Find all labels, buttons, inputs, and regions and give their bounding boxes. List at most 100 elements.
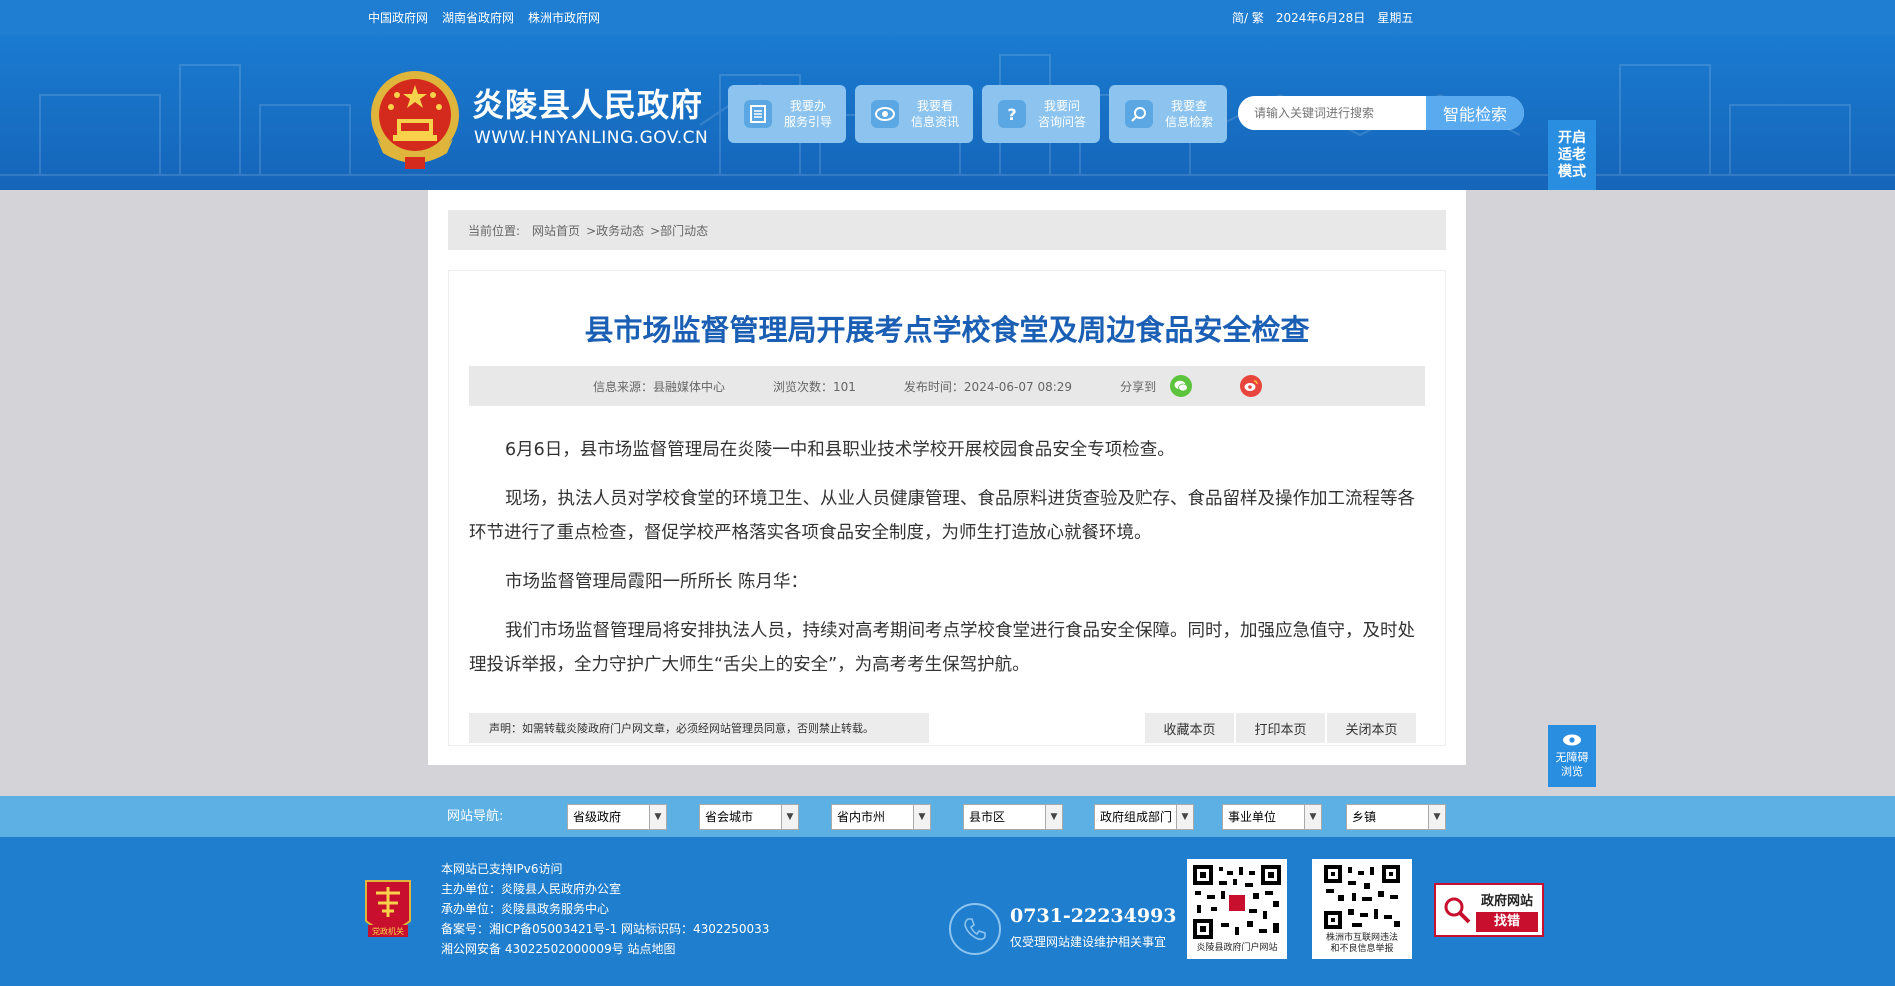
breadcrumb-dept-news[interactable]: >部门动态 bbox=[650, 222, 708, 239]
select-value: 省会城市 bbox=[705, 810, 754, 824]
select-value: 事业单位 bbox=[1228, 810, 1277, 824]
icp-record[interactable]: 备案号：湘ICP备05003421号-1 网站标识码：4302250033 bbox=[441, 919, 769, 939]
police-record[interactable]: 湘公网安备 43022502000009号 站点地图 bbox=[441, 939, 769, 959]
main-content: 当前位置: 网站首页 >政务动态 >部门动态 县市场监督管理局开展考点学校食堂及… bbox=[428, 190, 1466, 765]
elder-mode-label: 开启 bbox=[1558, 130, 1586, 146]
wechat-icon[interactable] bbox=[1170, 375, 1193, 397]
article-published: 发布时间：2024-06-07 08:29 bbox=[903, 379, 1073, 394]
close-page-button[interactable]: 关闭本页 bbox=[1327, 713, 1416, 743]
share-label: 分享到 bbox=[1120, 379, 1157, 394]
search-box: 智能检索 bbox=[1238, 96, 1524, 130]
top-links: 中国政府网 湖南省政府网 株洲市政府网 bbox=[368, 0, 600, 35]
chevron-down-icon: ▼ bbox=[1045, 805, 1062, 829]
accessibility-button[interactable]: 无障碍 浏览 bbox=[1548, 725, 1596, 787]
quick-button-ask[interactable]: ? 我要问咨询问答 bbox=[982, 85, 1100, 143]
top-right: 简/ 繁 2024年6月28日 星期五 bbox=[1232, 0, 1413, 35]
select-value: 政府组成部门 bbox=[1100, 810, 1173, 824]
find-error-label: 找错 bbox=[1476, 912, 1538, 932]
quick-button-sublabel: 咨询问答 bbox=[1038, 115, 1087, 129]
elder-mode-label: 模式 bbox=[1558, 164, 1586, 180]
quick-button-label: 我要看 bbox=[917, 99, 954, 113]
chevron-down-icon: ▼ bbox=[649, 805, 666, 829]
select-public-institutions[interactable]: 事业单位 ▼ bbox=[1222, 804, 1322, 830]
article-paragraph: 6月6日，县市场监督管理局在炎陵一中和县职业技术学校开展校园食品安全专项检查。 bbox=[505, 440, 1175, 460]
weibo-icon[interactable] bbox=[1240, 375, 1263, 397]
select-townships[interactable]: 乡镇 ▼ bbox=[1346, 804, 1446, 830]
phone-note: 仅受理网站建设维护相关事宜 bbox=[1010, 935, 1167, 949]
qr-code-portal: 炎陵县政府门户网站 bbox=[1187, 859, 1287, 959]
link-gov-cn[interactable]: 中国政府网 bbox=[368, 9, 428, 26]
document-icon bbox=[744, 100, 772, 128]
select-value: 省级政府 bbox=[573, 810, 622, 824]
site-nav-label: 网站导航: bbox=[447, 809, 504, 824]
quick-button-search[interactable]: 我要查 信息检索 bbox=[1109, 85, 1227, 143]
select-gov-departments[interactable]: 政府组成部门 ▼ bbox=[1094, 804, 1194, 830]
accessibility-label: 无障碍 bbox=[1555, 751, 1589, 764]
ipv6-notice: 本网站已支持IPv6访问 bbox=[441, 862, 563, 876]
qr-code-icon bbox=[1324, 865, 1400, 929]
article-paragraph: 市场监督管理局霞阳一所所长 陈月华： bbox=[505, 572, 809, 592]
quick-button-services[interactable]: 我要办 服务引导 bbox=[728, 85, 846, 143]
top-bar: 中国政府网 湖南省政府网 株洲市政府网 简/ 繁 2024年6月28日 星期五 bbox=[0, 0, 1895, 35]
party-gov-organ-logo-icon[interactable]: 党政机关 bbox=[362, 877, 414, 941]
eye-icon bbox=[1563, 734, 1581, 746]
organizer-unit: 承办单位：炎陵县政务服务中心 bbox=[441, 902, 610, 916]
quick-button-sublabel: 信息资讯 bbox=[911, 115, 960, 129]
party-logo-text: 党政机关 bbox=[372, 926, 404, 936]
article-paragraph: 我们市场监督管理局将安排执法人员，持续对高考期间考点学校食堂进行食品安全保障。同… bbox=[469, 621, 1415, 675]
article: 县市场监督管理局开展考点学校食堂及周边食品安全检查 信息来源：县融媒体中心 浏览… bbox=[448, 270, 1446, 746]
article-views: 浏览次数：101 bbox=[773, 379, 856, 394]
select-provincial-gov[interactable]: 省级政府 ▼ bbox=[567, 804, 667, 830]
site-header: 炎陵县人民政府 WWW.HNYANLING.GOV.CN 我要办 服务引导 我要看… bbox=[0, 35, 1895, 190]
reprint-notice: 声明：如需转载炎陵政府门户网文章，必须经网站管理员同意，否则禁止转载。 bbox=[469, 713, 929, 743]
quick-button-sublabel: 信息检索 bbox=[1165, 115, 1214, 129]
article-meta: 信息来源：县融媒体中心 浏览次数：101 发布时间：2024-06-07 08:… bbox=[469, 366, 1425, 406]
chevron-down-icon: ▼ bbox=[1428, 805, 1445, 829]
chevron-down-icon: ▼ bbox=[1304, 805, 1321, 829]
link-hunan-gov[interactable]: 湖南省政府网 bbox=[442, 9, 514, 26]
find-error-label: 政府网站 bbox=[1480, 894, 1533, 909]
quick-button-label: 我要查 bbox=[1171, 99, 1208, 113]
chevron-down-icon: ▼ bbox=[913, 805, 930, 829]
search-input[interactable] bbox=[1238, 96, 1426, 130]
search-icon bbox=[1125, 100, 1153, 128]
breadcrumb: 当前位置: 网站首页 >政务动态 >部门动态 bbox=[448, 210, 1446, 250]
lang-switch[interactable]: 简/ 繁 bbox=[1232, 9, 1264, 26]
article-body: 6月6日，县市场监督管理局在炎陵一中和县职业技术学校开展校园食品安全专项检查。 … bbox=[469, 433, 1425, 697]
select-counties[interactable]: 县市区 ▼ bbox=[963, 804, 1063, 830]
eye-icon bbox=[871, 100, 899, 128]
elder-mode-button[interactable]: 开启 适老 模式 bbox=[1548, 120, 1596, 190]
print-page-button[interactable]: 打印本页 bbox=[1236, 713, 1325, 743]
quick-button-info[interactable]: 我要看 信息资讯 bbox=[855, 85, 973, 143]
sponsor-unit: 主办单位：炎陵县人民政府办公室 bbox=[441, 882, 622, 896]
phone-icon bbox=[949, 903, 1001, 955]
article-paragraph: 现场，执法人员对学校食堂的环境卫生、从业人员健康管理、食品原料进货查验及贮存、食… bbox=[469, 489, 1415, 543]
find-error-button[interactable]: 政府网站 找错 bbox=[1434, 883, 1544, 937]
select-value: 县市区 bbox=[969, 810, 1006, 824]
breadcrumb-home[interactable]: 网站首页 bbox=[532, 222, 580, 239]
qr-caption: 株洲市互联网违法 bbox=[1325, 933, 1398, 943]
bookmark-page-button[interactable]: 收藏本页 bbox=[1145, 713, 1234, 743]
select-value: 省内市州 bbox=[837, 810, 886, 824]
accessibility-label: 浏览 bbox=[1561, 765, 1583, 778]
breadcrumb-gov-news[interactable]: >政务动态 bbox=[586, 222, 644, 239]
select-value: 乡镇 bbox=[1352, 810, 1377, 824]
select-prefectures[interactable]: 省内市州 ▼ bbox=[831, 804, 931, 830]
chevron-down-icon: ▼ bbox=[781, 805, 798, 829]
article-source: 信息来源：县融媒体中心 bbox=[593, 379, 726, 394]
qr-caption: 和不良信息举报 bbox=[1330, 944, 1394, 954]
select-capital-cities[interactable]: 省会城市 ▼ bbox=[699, 804, 799, 830]
national-emblem-icon bbox=[371, 71, 459, 169]
question-icon: ? bbox=[998, 100, 1026, 128]
service-phone: 0731-22234993 bbox=[1010, 905, 1177, 927]
site-nav-bar: 网站导航: 省级政府 ▼ 省会城市 ▼ 省内市州 ▼ 县市区 ▼ 政府组成部门 ▼ 事业单… bbox=[0, 796, 1895, 837]
current-date: 2024年6月28日 bbox=[1275, 11, 1366, 25]
breadcrumb-label: 当前位置: bbox=[468, 223, 521, 238]
article-actions: 收藏本页 打印本页 关闭本页 bbox=[1145, 713, 1416, 743]
smart-search-button[interactable]: 智能检索 bbox=[1426, 96, 1524, 130]
chevron-down-icon: ▼ bbox=[1176, 805, 1193, 829]
current-weekday: 星期五 bbox=[1377, 11, 1414, 25]
quick-button-label: 我要办 bbox=[790, 99, 827, 113]
link-zhuzhou-gov[interactable]: 株洲市政府网 bbox=[528, 9, 600, 26]
quick-button-label: 我要问 bbox=[1044, 99, 1081, 113]
